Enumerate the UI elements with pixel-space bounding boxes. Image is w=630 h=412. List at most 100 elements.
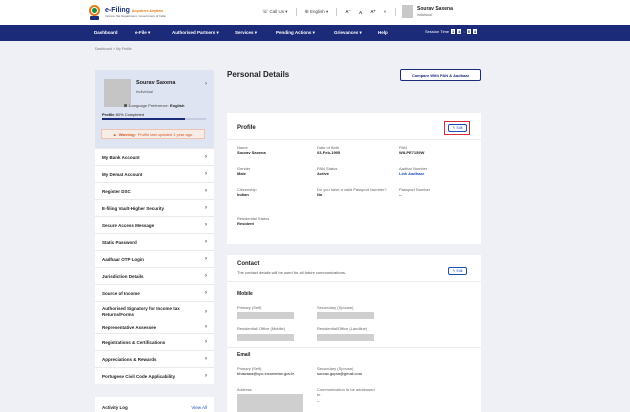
profile-sidebar: Sourav Saxena Individual › ◙ Language Pr… bbox=[95, 70, 214, 384]
logo-subtitle: Income Tax Department, Government of Ind… bbox=[105, 14, 166, 18]
nav-authorised-partners[interactable]: Authorised Partners ▾ bbox=[172, 30, 219, 36]
chevron-right-icon: › bbox=[205, 339, 207, 345]
field-passport-question: Do you have a valid Passport Number? No bbox=[317, 187, 387, 198]
warning-icon: ▲ bbox=[112, 131, 117, 137]
address-field: Address bbox=[237, 387, 252, 392]
nav-services[interactable]: Services ▾ bbox=[235, 30, 257, 36]
redacted-box bbox=[317, 312, 374, 319]
menu-demat-account[interactable]: My Demat Account › bbox=[95, 165, 214, 182]
logo-title: e-Filing bbox=[105, 7, 130, 14]
profile-card: Profile ✎ Edit Name Sourav Saxena Date of … bbox=[227, 113, 481, 244]
camera-icon: ◙ bbox=[124, 103, 128, 109]
nav-dashboard[interactable]: Dashboard bbox=[94, 30, 118, 35]
chevron-right-icon: › bbox=[205, 273, 207, 279]
profile-progress-bar bbox=[102, 118, 206, 120]
profile-name: Sourav Saxena bbox=[136, 80, 176, 86]
mobile-section-title: Mobile bbox=[237, 291, 253, 297]
contact-edit-button[interactable]: ✎ Edit bbox=[448, 267, 467, 275]
menu-jurisdiction[interactable]: Jurisdiction Details › bbox=[95, 267, 214, 284]
chevron-right-icon: › bbox=[205, 324, 207, 330]
text-size-decrease[interactable]: A⁻ bbox=[345, 9, 351, 15]
mobile-residential: Residential/ Office (Mobile) bbox=[237, 326, 285, 331]
chevron-right-icon: › bbox=[205, 373, 207, 379]
chevron-right-icon: › bbox=[205, 356, 207, 362]
logo-tagline: Anywhere Anytime bbox=[131, 9, 164, 13]
nav-help[interactable]: Help bbox=[378, 30, 388, 35]
email-secondary: Secondary (Spouse) sourav.gupta@gmail.com bbox=[317, 366, 363, 377]
chevron-right-icon: › bbox=[205, 222, 207, 228]
compare-pan-aadhaar-button[interactable]: Compare With PAN & Aadhaar bbox=[400, 69, 481, 81]
contact-card-title: Contact bbox=[237, 261, 260, 267]
menu-register-dsc[interactable]: Register DSC › bbox=[95, 182, 214, 199]
pencil-icon: ✎ bbox=[452, 126, 456, 130]
field-dob: Date of Birth 03-Feb-1995 bbox=[317, 145, 341, 156]
activity-log: Activity Log View All bbox=[95, 397, 214, 412]
menu-authorised-signatory[interactable]: Authorised Signatory for Income tax Retu… bbox=[95, 301, 214, 321]
field-citizenship: Citizenship Indian bbox=[237, 187, 257, 198]
menu-secure-access[interactable]: Secure Access Message › bbox=[95, 216, 214, 233]
user-menu[interactable]: Sourav Saxena Individual bbox=[402, 5, 453, 18]
main-nav: Dashboard e-File ▾ Authorised Partners ▾… bbox=[0, 25, 630, 41]
field-residential-status: Residential Status Resident bbox=[237, 216, 270, 227]
contrast-icon[interactable]: ◐ bbox=[384, 9, 387, 15]
menu-portugese-code[interactable]: Portugese Civil Code Applicability › bbox=[95, 367, 214, 384]
header-user-role: Individual bbox=[417, 13, 432, 17]
warning-banner: ▲ Warning: Profile last updated 1 year ago… bbox=[101, 129, 205, 139]
menu-representative-assessee[interactable]: Representative Assessee › bbox=[95, 321, 214, 333]
breadcrumb[interactable]: Dashboard > My Profile bbox=[95, 47, 132, 51]
text-size-normal[interactable]: A bbox=[359, 10, 362, 15]
phone-icon: ☏ bbox=[262, 9, 269, 15]
nav-grievances[interactable]: Grievances ▾ bbox=[334, 30, 362, 36]
chevron-right-icon: › bbox=[205, 308, 207, 315]
profile-role: Individual bbox=[136, 89, 153, 94]
redacted-box bbox=[237, 394, 303, 412]
page-title: Personal Details bbox=[227, 70, 290, 79]
menu-registrations[interactable]: Registrations & Certifications › bbox=[95, 333, 214, 350]
pencil-icon: ✎ bbox=[452, 269, 456, 273]
language-preference: ◙ Language Preference: English bbox=[124, 103, 185, 109]
chevron-right-icon: › bbox=[205, 290, 207, 296]
field-name: Name Sourav Saxena bbox=[237, 145, 266, 156]
redacted-box bbox=[237, 334, 294, 341]
menu-static-password[interactable]: Static Password › bbox=[95, 233, 214, 250]
field-aadhaar: Aadhar Number Link Aadhaar bbox=[399, 166, 428, 177]
profile-summary: Sourav Saxena Individual › ◙ Language Pr… bbox=[95, 70, 214, 148]
chevron-right-icon: › bbox=[205, 171, 207, 177]
communication-field: Communication to be addressed to -- bbox=[317, 387, 375, 403]
header-user-name: Sourav Saxena bbox=[417, 6, 453, 12]
chevron-right-icon[interactable]: › bbox=[205, 81, 207, 87]
globe-icon: ⊕ bbox=[304, 9, 309, 15]
menu-appreciations[interactable]: Appreciations & Rewards › bbox=[95, 350, 214, 367]
field-pan: PAN WILPE7159W bbox=[399, 145, 425, 156]
call-us-link[interactable]: ☏ Call Us ▾ bbox=[262, 9, 288, 15]
menu-aadhaar-otp[interactable]: Aadhaar OTP Login › bbox=[95, 250, 214, 267]
chevron-right-icon: › bbox=[205, 256, 207, 262]
field-pan-status: PAN Status Active bbox=[317, 166, 338, 177]
top-header: e-Filing Anywhere Anytime Income Tax Dep… bbox=[0, 0, 630, 25]
chevron-right-icon: › bbox=[205, 239, 207, 245]
emblem-icon bbox=[88, 4, 101, 21]
chevron-right-icon: › bbox=[205, 154, 207, 160]
redacted-box bbox=[317, 334, 374, 341]
avatar bbox=[402, 5, 413, 18]
nav-pending-actions[interactable]: Pending Actions ▾ bbox=[276, 30, 315, 36]
mobile-primary: Primary (Self) bbox=[237, 305, 262, 310]
activity-log-title: Activity Log bbox=[102, 405, 128, 410]
field-passport-number: Passport Number -- bbox=[399, 187, 431, 198]
profile-edit-button[interactable]: ✎ Edit bbox=[448, 124, 467, 132]
menu-vault-security[interactable]: E-filing Vault-Higher Security › bbox=[95, 199, 214, 216]
email-primary: Primary (Self) bhawana@cpc.incometax.gov.… bbox=[237, 366, 295, 377]
profile-completion: Profile 80% Completed bbox=[102, 112, 145, 117]
menu-bank-account[interactable]: My Bank Account › bbox=[95, 148, 214, 165]
chevron-right-icon: › bbox=[205, 205, 207, 211]
efiling-logo[interactable]: e-Filing Anywhere Anytime Income Tax Dep… bbox=[88, 3, 178, 22]
contact-card: Contact The contact details will be used… bbox=[227, 255, 481, 412]
view-all-link[interactable]: View All bbox=[191, 405, 207, 410]
link-aadhaar-link[interactable]: Link Aadhaar bbox=[399, 171, 427, 176]
text-size-increase[interactable]: A⁺ bbox=[370, 9, 376, 15]
session-timer: Session Time 1 4 : 5 4 bbox=[425, 29, 478, 34]
email-section-title: Email bbox=[237, 352, 251, 358]
nav-efile[interactable]: e-File ▾ bbox=[135, 30, 150, 36]
menu-source-income[interactable]: Source of Income › bbox=[95, 284, 214, 301]
language-select[interactable]: ⊕ English ▾ bbox=[305, 9, 329, 15]
